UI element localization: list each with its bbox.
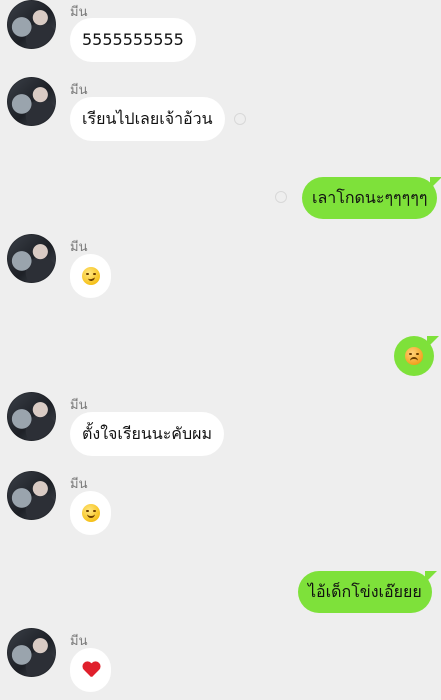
incoming-emoji-bubble[interactable]	[70, 254, 111, 298]
sender-avatar[interactable]	[7, 471, 56, 520]
incoming-message-bubble[interactable]: เรียนไปเลยเจ้าอ้วน	[70, 97, 225, 141]
sender-avatar[interactable]	[7, 0, 56, 49]
message-status-indicator	[234, 113, 246, 125]
sender-name: มีน	[70, 398, 88, 413]
incoming-emoji-bubble[interactable]	[70, 648, 111, 692]
sender-avatar[interactable]	[7, 392, 56, 441]
angry-face-icon	[405, 347, 423, 365]
incoming-message-bubble[interactable]: ตั้งใจเรียนนะคับผม	[70, 412, 225, 456]
red-heart-icon	[82, 662, 100, 678]
outgoing-message-bubble[interactable]: เลาโกดนะๆๆๆๆๆ	[302, 177, 441, 219]
sender-avatar[interactable]	[7, 77, 56, 126]
message-status-indicator	[275, 191, 287, 203]
smirking-face-icon	[81, 267, 100, 285]
outgoing-message-bubble[interactable]: ไอ้เด็กโข่งเอ๊ยยย	[298, 571, 437, 613]
incoming-emoji-bubble[interactable]	[70, 491, 111, 535]
sender-avatar[interactable]	[7, 628, 56, 677]
smiling-face-icon	[81, 504, 100, 522]
sender-name: มีน	[70, 83, 88, 98]
incoming-message-bubble[interactable]: 5555555555	[70, 18, 196, 62]
outgoing-emoji-bubble[interactable]	[394, 336, 439, 376]
sender-avatar[interactable]	[7, 234, 56, 283]
